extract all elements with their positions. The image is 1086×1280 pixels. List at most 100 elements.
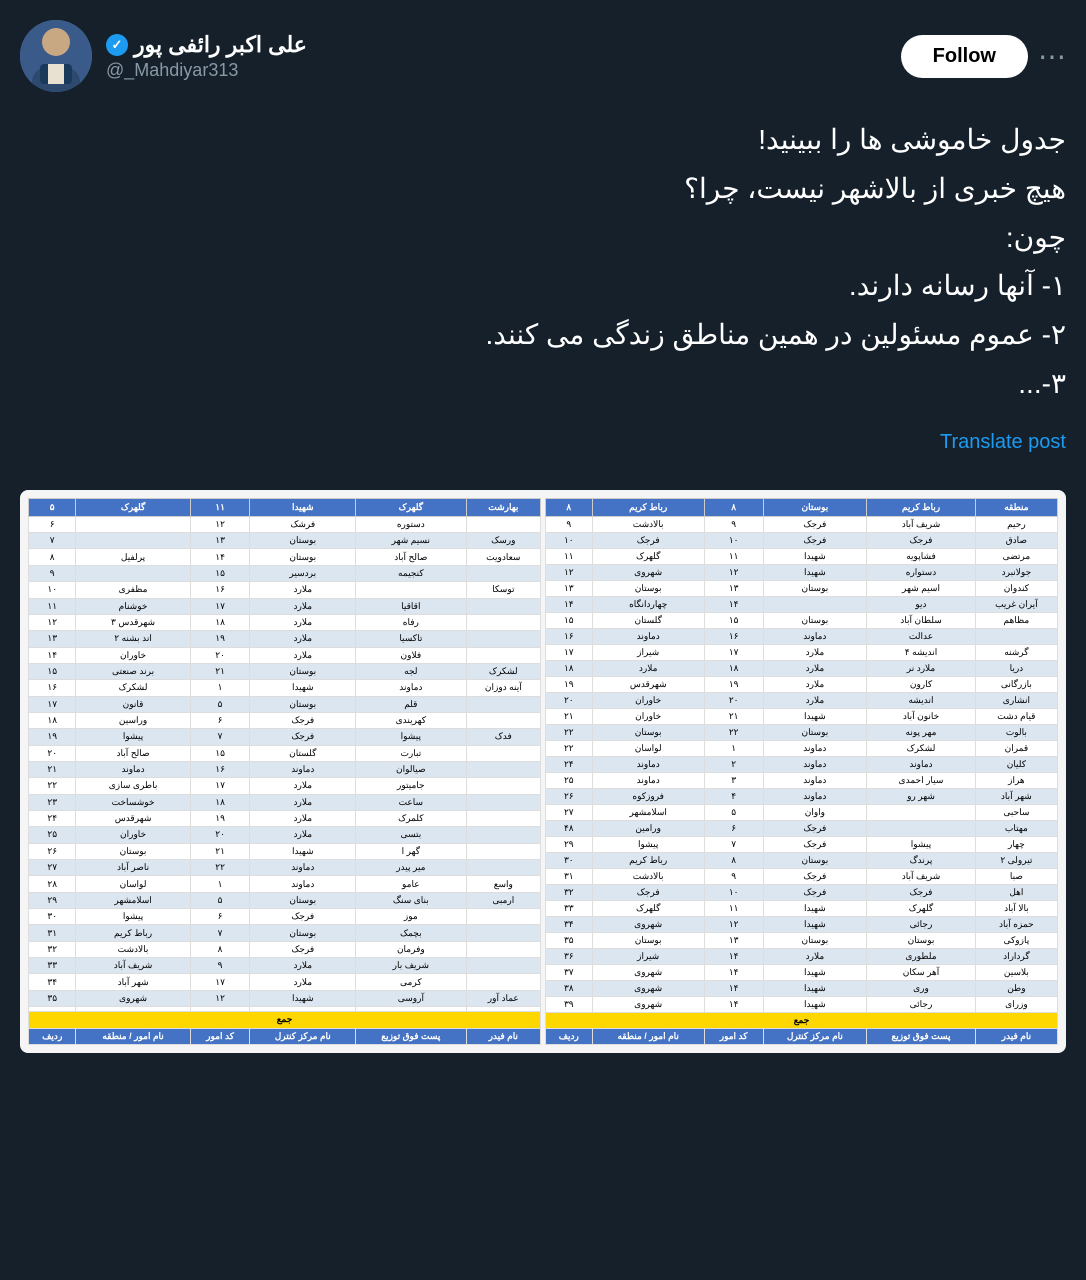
table-row: عماد آورآروسیشهیدا۱۲شهروی۳۵	[29, 990, 541, 1006]
rcol-gol2: گلهرک	[76, 498, 190, 516]
table-row: صباشریف آبادفرجک۹بالادشت۳۱	[546, 868, 1058, 884]
table-footer-row: نام فیدر پست فوق توزیع نام مرکز کنترل کد…	[546, 1028, 1058, 1044]
table-row: گرشنهاندیشه ۴ملارد۱۷شیراز۱۷	[546, 644, 1058, 660]
table-row: میر پیدردماوند۲۲ناصر آباد۲۷	[29, 860, 541, 876]
tweet-text: جدول خاموشی ها را ببینید! هیچ خبری از با…	[20, 118, 1066, 407]
table-row: بازرگانیکارونملارد۱۹شهرقدس۱۹	[546, 676, 1058, 692]
table-row: واسععامودماوند۱لواسان۲۸	[29, 876, 541, 892]
col-header-mantaghe: منطقه	[975, 498, 1057, 516]
table-row: بچمکبوستان۷رباط کریم۳۱	[29, 925, 541, 941]
table-row: کلمرکملارد۱۹شهرقدس۲۴	[29, 810, 541, 826]
table-image: منطقه رباط کریم بوستان ۸ رباط کریم ۸ رحی…	[20, 490, 1066, 1053]
user-info: علی اکبر رائفی پور ✓ @_Mahdiyar313	[20, 20, 307, 92]
table-row: ساعتملارد۱۸خوشساخت۲۳	[29, 794, 541, 810]
table-row: لشکرکلجهبوستان۲۱برند صنعتی۱۵	[29, 663, 541, 679]
table-row: توسکاملارد۱۶مظفری۱۰	[29, 582, 541, 598]
table-row: بتسیملارد۲۰خاوران۲۵	[29, 827, 541, 843]
table-row: قمرانلشکرکدماوند۱لواسان۲۲	[546, 740, 1058, 756]
table-row: وزرایرجائیشهیدا۱۴شهروی۳۹	[546, 996, 1058, 1012]
rcol-gol: گلهرک	[356, 498, 467, 516]
table-row: تاکسیاملارد۱۹اند بشنه ۲۱۳	[29, 631, 541, 647]
table-row: کندواناسیم شهربوستان۱۳بوستان۱۳	[546, 580, 1058, 596]
table-row: صیالواندماوند۱۶دماوند۲۱	[29, 761, 541, 777]
table-row: ساحبیواوان۵اسلامشهر۲۷	[546, 804, 1058, 820]
table-row: آینه دوزاندماوندشهیدا۱لشکرک۱۶	[29, 680, 541, 696]
right-data-table: بهارشت گلهرک شهیدا ۱۱ گلهرک ۵ دستورهفرشک…	[28, 498, 541, 1045]
table-row: تیرولی ۲پرندگبوستان۸رباط کریم۳۰	[546, 852, 1058, 868]
more-options-button[interactable]: ⋯	[1038, 40, 1066, 73]
table-row: تبارتگلستان۱۵صالح آباد۲۰	[29, 745, 541, 761]
col-header-a: ۸	[704, 498, 763, 516]
tweet-line-3: چون:	[20, 216, 1066, 261]
col-header-boustaan: بوستان	[763, 498, 867, 516]
display-name: علی اکبر رائفی پور ✓	[106, 32, 307, 58]
table-row: عدالتدماوند۱۶دماوند۱۶	[546, 628, 1058, 644]
table-row: دستورهفرشک۱۲۶	[29, 516, 541, 532]
table-row: بالوتمهر پونهبوستان۲۲بوستان۲۲	[546, 724, 1058, 740]
table-container: منطقه رباط کریم بوستان ۸ رباط کریم ۸ رحی…	[20, 490, 1066, 1053]
col-header-rabat: رباط کریم	[867, 498, 976, 516]
left-data-table: منطقه رباط کریم بوستان ۸ رباط کریم ۸ رحی…	[545, 498, 1058, 1045]
col-header-rabat2: رباط کریم	[592, 498, 704, 516]
rcol-11: ۱۱	[190, 498, 250, 516]
table-row: صادقفرجکفرجک۱۰فرجک۱۰	[546, 532, 1058, 548]
table-row: هرازسیار احمدیدماوند۳دماوند۲۵	[546, 772, 1058, 788]
table-row: سعادویتصالح آبادبوستان۱۴پرلفیل۸	[29, 549, 541, 565]
table-row: کرمیملارد۱۷شهر آباد۳۴	[29, 974, 541, 990]
translate-post-link[interactable]: Translate post	[940, 431, 1066, 454]
rcol-5: ۵	[29, 498, 76, 516]
tweet-line-1: جدول خاموشی ها را ببینید!	[20, 118, 1066, 163]
table-row: دریاملارد نرملارد۱۸ملارد۱۸	[546, 660, 1058, 676]
table-row: فدکپیشوافرجک۷پیشوا۱۹	[29, 729, 541, 745]
table-row: گهر اشهیدا۲۱بوستان۲۶	[29, 843, 541, 859]
table-row: قلمبوستان۵قانون۱۷	[29, 696, 541, 712]
header-actions: Follow ⋯	[901, 35, 1066, 78]
username: @_Mahdiyar313	[106, 60, 307, 81]
table-row: کنجیمهبردسیر۱۵۹	[29, 565, 541, 581]
table-row: قیام دشتخانون آبادشهیدا۲۱خاوران۲۱	[546, 708, 1058, 724]
table-row: مظاهمسلطان آبادبوستان۱۵گلستان۱۵	[546, 612, 1058, 628]
table-row: مهتابفرجک۶ورامین۴۸	[546, 820, 1058, 836]
table-row: رحیمشریف آبادفرجک۹بالادشت۹	[546, 516, 1058, 532]
table-row: ورسکنسیم شهربوستان۱۳۷	[29, 533, 541, 549]
table-row: ارمبیبنای سنگبوستان۵اسلامشهر۲۹	[29, 892, 541, 908]
table-row: انشاریاندیشهملارد۲۰خاوران۲۰	[546, 692, 1058, 708]
data-table-wrapper: منطقه رباط کریم بوستان ۸ رباط کریم ۸ رحی…	[28, 498, 1058, 1045]
sum-row-right: جمع	[29, 1012, 541, 1029]
col-header-a2: ۸	[546, 498, 593, 516]
verified-badge: ✓	[106, 34, 128, 56]
table-row: جولانبرددستوارهشهیدا۱۲شهروی۱۲	[546, 564, 1058, 580]
table-row: شهر آبادشهر رودماوند۴فروزکوه۲۶	[546, 788, 1058, 804]
table-row: وفرمانفرجک۸بالادشت۳۲	[29, 941, 541, 957]
tweet-header: علی اکبر رائفی پور ✓ @_Mahdiyar313 Follo…	[20, 20, 1066, 92]
avatar[interactable]	[20, 20, 92, 92]
name-block: علی اکبر رائفی پور ✓ @_Mahdiyar313	[106, 32, 307, 81]
table-row: آیران غریبدیو۱۴چهاردانگاه۱۴	[546, 596, 1058, 612]
rcol-shohada: شهیدا	[250, 498, 356, 516]
table-row: چهارپیشوافرجک۷پیشوا۲۹	[546, 836, 1058, 852]
table-row: پازوکیبوستانبوستان۱۳بوستان۳۵	[546, 932, 1058, 948]
table-row: مرتضیفشاپویهشهیدا۱۱گلهرک۱۱	[546, 548, 1058, 564]
table-row: جامیتورملارد۱۷باطری سازی۲۲	[29, 778, 541, 794]
table-row: اهلفرجکفرجک۱۰فرجک۳۲	[546, 884, 1058, 900]
table-row: موزفرجک۶پیشوا۳۰	[29, 909, 541, 925]
table-row: فلاونملارد۲۰خاوران۱۴	[29, 647, 541, 663]
table-row: حمزه آبادرجائیشهیدا۱۲شهروی۳۴	[546, 916, 1058, 932]
rcol-bhaarsht: بهارشت	[466, 498, 540, 516]
table-row: بلاسینآهر سکانشهیدا۱۴شهروی۳۷	[546, 964, 1058, 980]
table-row: اقاقیاملارد۱۷خوشنام۱۱	[29, 598, 541, 614]
tweet-body: جدول خاموشی ها را ببینید! هیچ خبری از با…	[20, 108, 1066, 470]
tweet-line-6: ۳-...	[20, 362, 1066, 407]
table-row: گردارادملطوریملارد۱۴شیراز۳۶	[546, 948, 1058, 964]
table-row: کهریندیفرجک۶وراسین۱۸	[29, 712, 541, 728]
follow-button[interactable]: Follow	[901, 35, 1028, 78]
tweet-line-5: ۲- عموم مسئولین در همین مناطق زندگی می ک…	[20, 313, 1066, 358]
right-table-footer-row: نام فیدر پست فوق توزیع نام مرکز کنترل کد…	[29, 1028, 541, 1044]
table-row: وطنوریشهیدا۱۴شهروی۳۸	[546, 980, 1058, 996]
tweet-line-4: ۱- آنها رسانه دارند.	[20, 264, 1066, 309]
sum-row: جمع	[546, 1012, 1058, 1028]
tweet-line-2: هیچ خبری از بالاشهر نیست، چرا؟	[20, 167, 1066, 212]
table-row: بالا آبادگلهرکشهیدا۱۱گلهرک۳۳	[546, 900, 1058, 916]
table-row: رفاهملارد۱۸شهرقدس ۳۱۲	[29, 614, 541, 630]
table-row: کلیاندماونددماوند۲دماوند۲۴	[546, 756, 1058, 772]
